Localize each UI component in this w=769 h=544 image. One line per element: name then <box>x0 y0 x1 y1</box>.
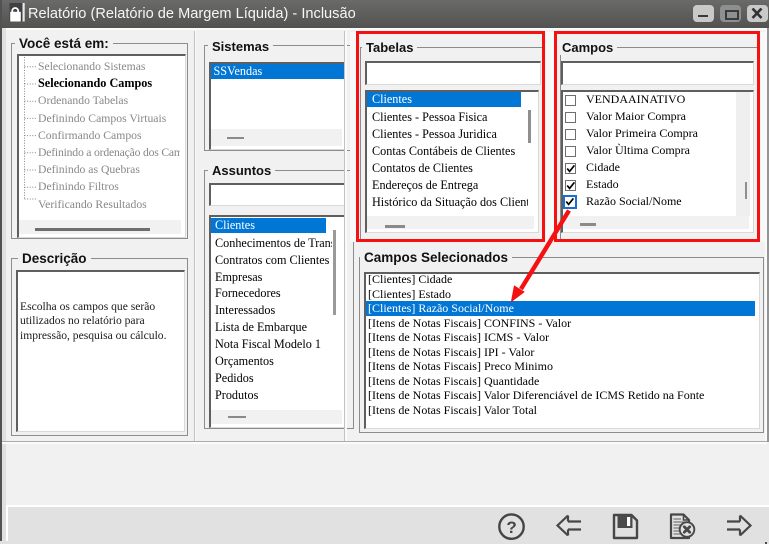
svg-text:?: ? <box>506 518 516 537</box>
